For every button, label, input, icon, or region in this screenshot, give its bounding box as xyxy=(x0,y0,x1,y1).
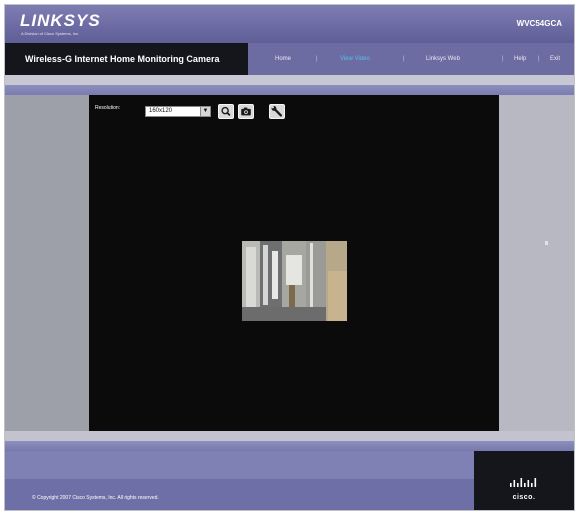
logo-subtitle: A Division of Cisco Systems, Inc. xyxy=(21,31,80,36)
nav-exit-link[interactable]: Exit xyxy=(550,43,560,75)
resolution-label: Resolution: xyxy=(95,105,121,111)
mouse-cursor xyxy=(545,241,548,245)
nav-home-link[interactable]: Home xyxy=(275,43,291,75)
divider-band xyxy=(5,431,574,441)
cisco-bridge-icon xyxy=(510,478,537,487)
copyright-text: © Copyright 2007 Cisco Systems, Inc. All… xyxy=(32,495,159,501)
video-feed-image xyxy=(242,241,347,321)
nav-separator: | xyxy=(403,56,405,62)
divider-band xyxy=(5,441,574,451)
video-viewer: Resolution: 160x120 ▼ xyxy=(89,95,499,431)
nav-separator: | xyxy=(538,56,540,62)
model-number: WVC54GCA xyxy=(516,19,562,28)
right-panel xyxy=(499,95,574,431)
header-bar: LINKSYS A Division of Cisco Systems, Inc… xyxy=(5,5,574,43)
resolution-value: 160x120 xyxy=(149,108,173,114)
nav-separator: | xyxy=(316,56,318,62)
divider-band xyxy=(5,85,574,95)
wrench-icon xyxy=(271,106,283,117)
content-area: Resolution: 160x120 ▼ xyxy=(5,95,574,431)
nav-menu: Home | View Video | Linksys Web | Help |… xyxy=(248,43,574,75)
divider-band xyxy=(5,75,574,85)
chevron-down-icon[interactable]: ▼ xyxy=(200,107,210,116)
nav-view-video-link[interactable]: View Video xyxy=(340,43,370,75)
cisco-wordmark: cisco. xyxy=(512,494,536,501)
camera-icon xyxy=(241,107,251,116)
settings-button[interactable] xyxy=(269,104,285,119)
nav-separator: | xyxy=(502,56,504,62)
snapshot-button[interactable] xyxy=(238,104,254,119)
nav-bar: Wireless-G Internet Home Monitoring Came… xyxy=(5,43,574,75)
zoom-button[interactable] xyxy=(218,104,234,119)
page-frame: LINKSYS A Division of Cisco Systems, Inc… xyxy=(4,4,575,511)
video-stream xyxy=(242,241,347,321)
nav-help-link[interactable]: Help xyxy=(514,43,526,75)
resolution-select[interactable]: 160x120 ▼ xyxy=(145,106,211,117)
zoom-icon xyxy=(221,106,231,117)
viewer-toolbar: Resolution: 160x120 ▼ xyxy=(89,101,499,121)
product-title: Wireless-G Internet Home Monitoring Came… xyxy=(5,43,248,75)
linksys-logo: LINKSYS xyxy=(20,11,101,30)
cisco-logo: cisco. xyxy=(502,476,546,504)
nav-linksys-web-link[interactable]: Linksys Web xyxy=(426,43,460,75)
